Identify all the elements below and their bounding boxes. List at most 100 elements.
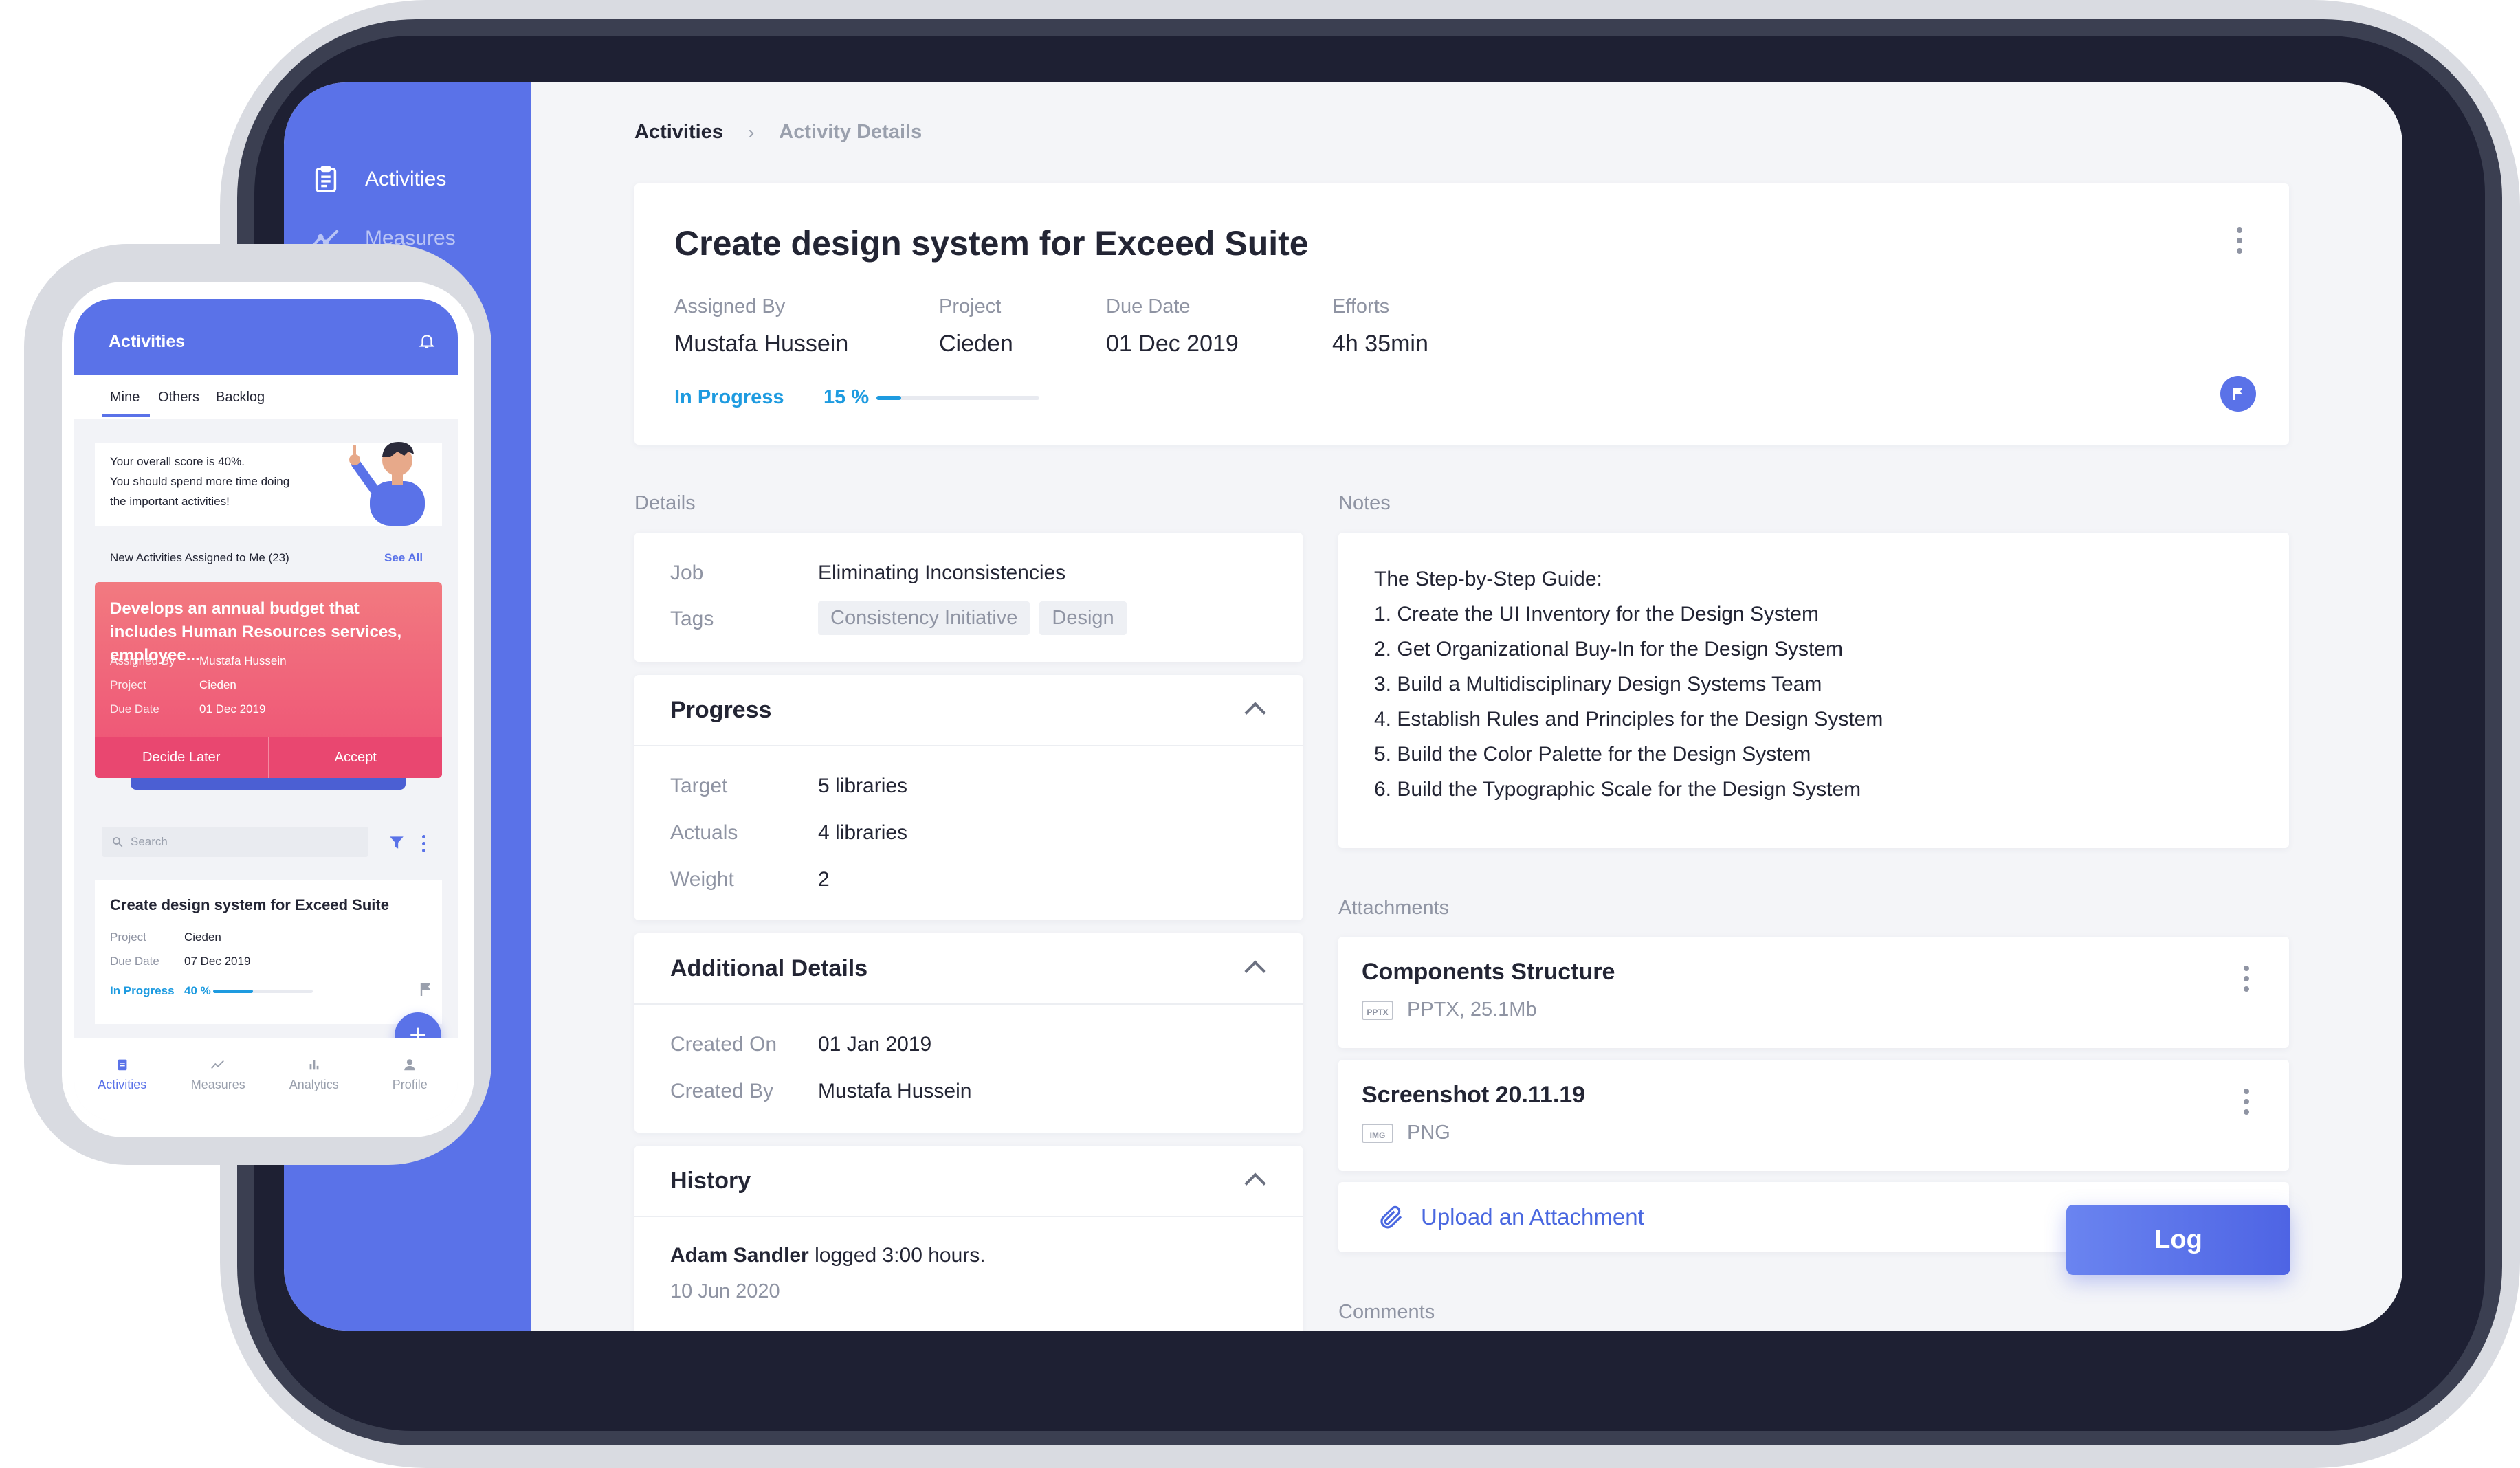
sidebar-item-activities[interactable]: Activities	[310, 164, 446, 195]
progress-bar-fill	[213, 990, 253, 993]
activity-list-item[interactable]: Create design system for Exceed Suite Pr…	[95, 880, 442, 1024]
tag-chip[interactable]: Consistency Initiative	[818, 601, 1030, 635]
more-options-icon[interactable]	[2244, 966, 2249, 992]
page-title: Create design system for Exceed Suite	[674, 224, 1309, 263]
clipboard-icon	[118, 1059, 127, 1071]
score-line: the important activities!	[110, 495, 230, 508]
row-label: Weight	[670, 868, 734, 891]
notes-card[interactable]: The Step-by-Step Guide: 1. Create the UI…	[1338, 533, 2289, 848]
progress-row: Weight 2	[670, 868, 830, 891]
accept-button[interactable]: Accept	[269, 737, 443, 778]
flag-icon[interactable]	[2220, 376, 2256, 412]
flag-icon[interactable]	[418, 980, 434, 998]
log-button[interactable]: Log	[2066, 1205, 2290, 1275]
active-tab-indicator	[102, 414, 150, 417]
status-badge: In Progress	[674, 386, 784, 408]
notes-line: 2. Get Organizational Buy-In for the Des…	[1374, 638, 1843, 660]
notes-line: The Step-by-Step Guide:	[1374, 568, 1602, 590]
list-item-progress-bar	[213, 990, 313, 993]
search-icon	[113, 837, 123, 847]
phone-header: Activities	[74, 299, 458, 375]
row-value: 07 Dec 2019	[184, 955, 251, 968]
meta-value: Mustafa Hussein	[674, 331, 849, 357]
additional-row: Created On 01 Jan 2019	[670, 1033, 931, 1056]
see-all-link[interactable]: See All	[384, 551, 423, 565]
row-label: Created By	[670, 1080, 774, 1102]
attachments-section-label: Attachments	[1338, 897, 1450, 919]
row-label: Actuals	[670, 821, 738, 844]
nav-item-analytics[interactable]: Analytics	[266, 1038, 362, 1120]
details-job-row: Job Eliminating Inconsistencies	[670, 561, 1065, 585]
assigned-activity-card[interactable]: Develops an annual budget that includes …	[95, 582, 442, 778]
row-value: 01 Jan 2019	[818, 1033, 932, 1056]
attachment-meta-text: PNG	[1407, 1122, 1450, 1144]
row-value: Mustafa Hussein	[199, 654, 287, 667]
filter-icon[interactable]	[388, 834, 406, 852]
main-content: Activities › Activity Details Create des…	[531, 82, 2402, 1331]
panel-title: History	[670, 1168, 751, 1194]
more-options-icon[interactable]	[2237, 227, 2242, 254]
decide-later-button[interactable]: Decide Later	[95, 737, 269, 778]
clipboard-icon	[315, 166, 337, 192]
nav-label: Analytics	[289, 1078, 339, 1091]
search-input[interactable]: Search	[102, 827, 368, 857]
tab-others[interactable]: Others	[158, 390, 199, 405]
row-label: Due Date	[110, 702, 159, 715]
history-entry: Adam Sandler logged 3:00 hours.	[670, 1244, 986, 1267]
chevron-up-icon[interactable]	[1244, 702, 1266, 724]
progress-percent: 15 %	[824, 386, 870, 408]
progress-bar	[876, 396, 1039, 400]
upload-attachment-link[interactable]: Upload an Attachment	[1377, 1203, 1644, 1232]
progress-row: Target 5 libraries	[670, 775, 907, 798]
user-icon	[404, 1059, 416, 1071]
tag-chip[interactable]: Design	[1039, 601, 1127, 635]
nav-item-activities[interactable]: Activities	[74, 1038, 170, 1120]
panel-title: Additional Details	[670, 955, 868, 981]
notes-line: 6. Build the Typographic Scale for the D…	[1374, 778, 1861, 801]
phone-screen: Activities Mine Others Backlog Your over…	[74, 299, 458, 1120]
bell-icon[interactable]	[418, 332, 436, 350]
meta-efforts: Efforts 4h 35min	[1332, 296, 1428, 357]
row-value: Cieden	[184, 931, 221, 944]
notes-line: 3. Build a Multidisciplinary Design Syst…	[1374, 673, 1822, 696]
chevron-up-icon[interactable]	[1244, 1172, 1266, 1194]
breadcrumb-root[interactable]: Activities	[634, 121, 723, 144]
list-item-row: Due Date 07 Dec 2019	[110, 955, 250, 968]
chevron-right-icon: ›	[747, 121, 755, 143]
row-label: Target	[670, 775, 728, 797]
meta-value: Cieden	[939, 331, 1013, 357]
tab-mine[interactable]: Mine	[110, 390, 140, 405]
nav-label: Activities	[98, 1078, 147, 1091]
chevron-up-icon[interactable]	[1244, 960, 1266, 982]
activity-header-card: Create design system for Exceed Suite As…	[634, 184, 2289, 445]
progress-panel: Progress Target 5 libraries Actuals 4 libr…	[634, 675, 1303, 920]
score-line: You should spend more time doing	[110, 475, 290, 488]
row-value: Eliminating Inconsistencies	[818, 561, 1066, 584]
list-item-percent: 40 %	[184, 984, 211, 997]
additional-row: Created By Mustafa Hussein	[670, 1080, 971, 1103]
phone-tabs: Mine Others Backlog	[74, 375, 458, 419]
attachment-meta: PPTX PPTX, 25.1Mb	[1362, 999, 1537, 1021]
tablet-screen: Activities Measures Activities › Activit…	[284, 82, 2402, 1331]
nav-item-profile[interactable]: Profile	[362, 1038, 458, 1120]
more-options-icon[interactable]	[422, 835, 425, 852]
attachment-item[interactable]: Components Structure PPTX PPTX, 25.1Mb	[1338, 937, 2289, 1048]
notes-line: 5. Build the Color Palette for the Desig…	[1374, 743, 1811, 766]
score-text: Your overall score is 40%. You should sp…	[110, 452, 289, 511]
row-label: Project	[110, 678, 146, 691]
divider	[634, 1003, 1303, 1005]
more-options-icon[interactable]	[2244, 1089, 2249, 1115]
breadcrumb-current: Activity Details	[779, 121, 922, 143]
attachment-item[interactable]: Screenshot 20.11.19 IMG PNG	[1338, 1060, 2289, 1171]
nav-item-measures[interactable]: Measures	[170, 1038, 267, 1120]
score-line: Your overall score is 40%.	[110, 455, 245, 468]
trend-line-icon	[211, 1060, 225, 1069]
row-value: 01 Dec 2019	[199, 702, 266, 715]
history-date: 10 Jun 2020	[670, 1280, 780, 1302]
attachment-meta: IMG PNG	[1362, 1122, 1450, 1144]
card-actions: Decide Later Accept	[95, 737, 442, 778]
tab-backlog[interactable]: Backlog	[216, 390, 265, 405]
attachment-name: Components Structure	[1362, 959, 1615, 985]
row-value: 5 libraries	[818, 775, 908, 797]
meta-assigned-by: Assigned By Mustafa Hussein	[674, 296, 848, 357]
